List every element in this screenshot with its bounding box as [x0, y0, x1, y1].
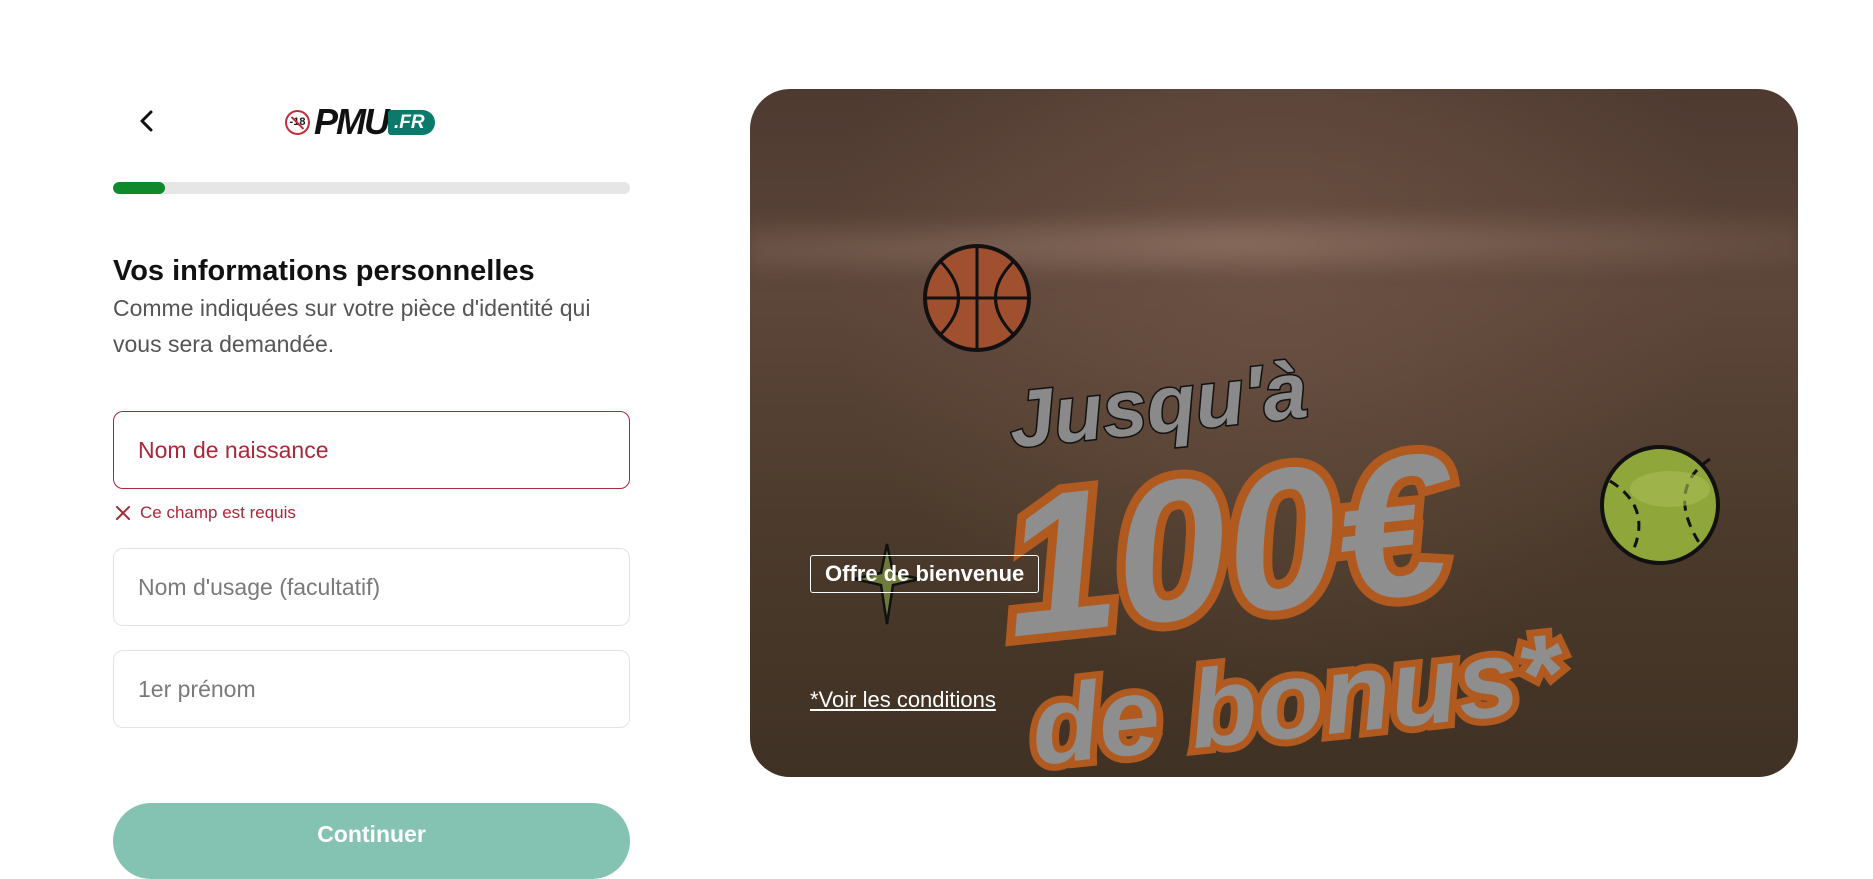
chevron-left-icon	[140, 110, 153, 132]
pmu-logo: -18 PMU .FR	[285, 104, 435, 140]
promo-banner: Jusqu'à 100€ de bonus* Offre de bienvenu…	[750, 89, 1798, 777]
tennis-ball-icon	[1600, 445, 1720, 565]
logo-tld: .FR	[388, 109, 435, 135]
close-icon	[116, 506, 130, 520]
page-subtitle: Comme indiquées sur votre pièce d'identi…	[113, 295, 591, 357]
conditions-link[interactable]: *Voir les conditions	[810, 687, 996, 713]
logo-wordmark: PMU	[314, 101, 390, 142]
field-error: Ce champ est requis	[115, 503, 296, 523]
birth-name-input[interactable]	[113, 411, 630, 489]
usage-name-input[interactable]	[113, 548, 630, 626]
promo-artwork: Jusqu'à 100€ de bonus*	[853, 244, 1720, 777]
progress-bar-fill	[113, 182, 165, 194]
age-restriction-badge: -18	[285, 109, 310, 135]
continue-button[interactable]: Continuer	[113, 803, 630, 879]
back-button[interactable]	[130, 104, 164, 138]
progress-bar	[113, 182, 630, 194]
welcome-offer-badge: Offre de bienvenue	[810, 555, 1040, 593]
first-name-input[interactable]	[113, 650, 630, 728]
page-title: Vos informations personnelles	[113, 255, 535, 287]
error-text: Ce champ est requis	[140, 503, 296, 522]
basketball-icon	[923, 244, 1031, 352]
